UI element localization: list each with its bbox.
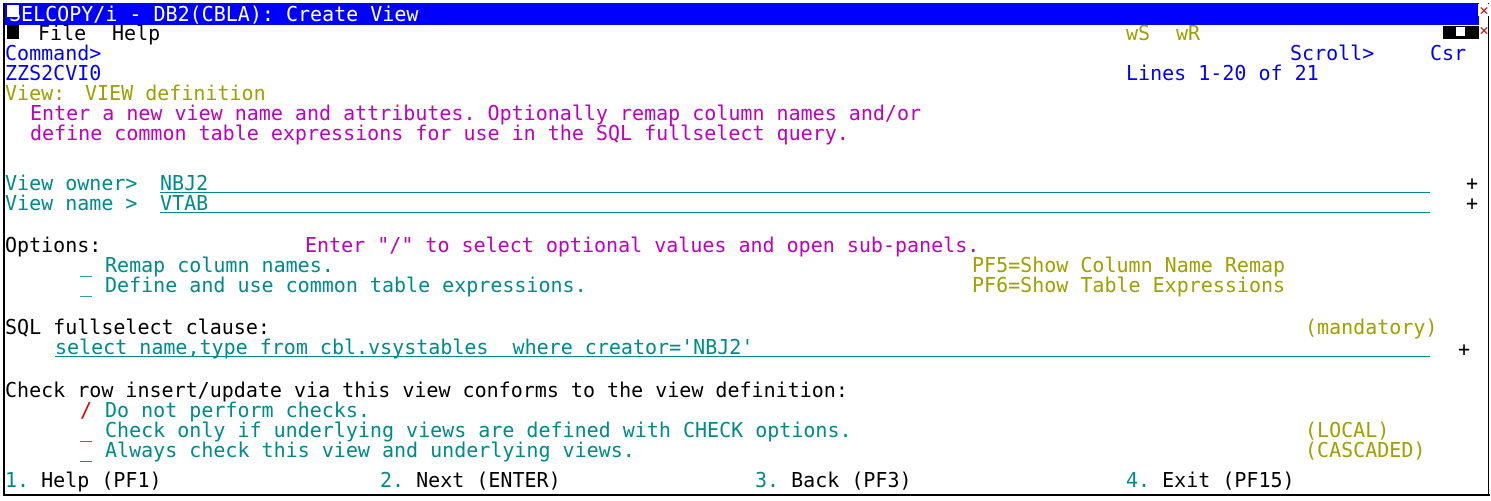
sql-label: SQL fullselect clause: (5, 315, 270, 339)
check-heading: Check row insert/update via this view co… (5, 378, 848, 402)
instructions-line-2: define common table expressions for use … (30, 121, 849, 145)
window-controls-icon[interactable] (1443, 26, 1479, 39)
view-owner-more-icon[interactable]: + (1466, 173, 1478, 194)
check-cascaded-label: Always check this view and underlying vi… (105, 438, 635, 462)
check-cascaded-mark[interactable]: _ (80, 440, 92, 461)
view-name-more-icon[interactable]: + (1466, 193, 1478, 214)
view-label: View: (5, 81, 66, 105)
window-border-bottom (3, 494, 1490, 496)
window-border-right (1488, 3, 1489, 495)
action-help-label: Help (PF1) (41, 468, 162, 492)
command-input[interactable] (112, 43, 1112, 63)
action-back-num: 3. (755, 468, 780, 492)
view-name-label: View name > (5, 191, 138, 215)
sql-underline (55, 356, 1430, 357)
check-local-tag: (LOCAL) (1305, 418, 1390, 442)
view-title: VIEW definition (85, 81, 266, 105)
view-owner-label: View owner> (5, 171, 138, 195)
action-next-num: 2. (380, 468, 405, 492)
scroll-label: Scroll> (1290, 41, 1375, 65)
lines-info: Lines 1-20 of 21 (1126, 61, 1319, 85)
options-hint: Enter "/" to select optional values and … (305, 233, 980, 257)
action-exit-label: Exit (PF15) (1162, 468, 1295, 492)
ws-indicator[interactable]: wS (1126, 23, 1150, 44)
action-next[interactable]: 2. Next (ENTER) (380, 468, 561, 492)
action-exit[interactable]: 4. Exit (PF15) (1126, 468, 1295, 492)
terminal-screen: SELCOPY/i - DB2(CBLA): Create View ✕ ✕ F… (0, 0, 1491, 501)
view-owner-field[interactable]: NBJ2 (160, 173, 208, 194)
option-cte-pf[interactable]: PF6=Show Table Expressions (972, 275, 1285, 296)
sql-fullselect-input[interactable]: select name,type from cbl.vsystables whe… (55, 337, 753, 358)
menu-file[interactable]: File (38, 23, 86, 44)
view-name-field[interactable]: VTAB (160, 193, 208, 214)
view-name-underline (160, 212, 1430, 213)
check-none-mark[interactable]: / (80, 400, 92, 421)
close-panel-icon[interactable]: ✕ (1478, 23, 1490, 38)
option-cte-mark[interactable]: _ (80, 275, 92, 296)
action-help[interactable]: 1. Help (PF1) (5, 468, 162, 492)
check-local-label: Check only if underlying views are defin… (105, 418, 852, 442)
window-menu-icon[interactable] (7, 5, 19, 17)
sql-mandatory: (mandatory) (1305, 315, 1438, 339)
wr-indicator[interactable]: wR (1176, 23, 1200, 44)
action-help-num: 1. (5, 468, 30, 492)
view-owner-underline (160, 192, 1430, 193)
options-label: Options: (5, 233, 102, 257)
title-bar: SELCOPY/i - DB2(CBLA): Create View (5, 3, 1479, 25)
menu-help[interactable]: Help (112, 23, 160, 44)
panel-id: ZZS2CVI0 (5, 61, 102, 85)
option-remap-label: Remap column names. (105, 253, 334, 277)
sql-more-icon[interactable]: + (1458, 339, 1470, 360)
scroll-value[interactable]: Csr (1430, 43, 1466, 64)
command-label: Command> (5, 41, 102, 65)
instructions-line-1: Enter a new view name and attributes. Op… (30, 101, 922, 125)
option-cte-label: Define and use common table expressions. (105, 273, 587, 297)
check-local-mark[interactable]: _ (80, 420, 92, 441)
close-icon[interactable]: ✕ (1478, 3, 1490, 18)
action-next-label: Next (ENTER) (416, 468, 561, 492)
action-exit-num: 4. (1126, 468, 1151, 492)
check-cascaded-tag: (CASCADED) (1305, 438, 1426, 462)
action-back-label: Back (PF3) (791, 468, 912, 492)
option-remap-pf[interactable]: PF5=Show Column Name Remap (972, 255, 1285, 276)
system-menu-icon[interactable] (7, 25, 19, 39)
check-none-label: Do not perform checks. (105, 398, 370, 422)
option-remap-mark[interactable]: _ (80, 255, 92, 276)
action-back[interactable]: 3. Back (PF3) (755, 468, 912, 492)
